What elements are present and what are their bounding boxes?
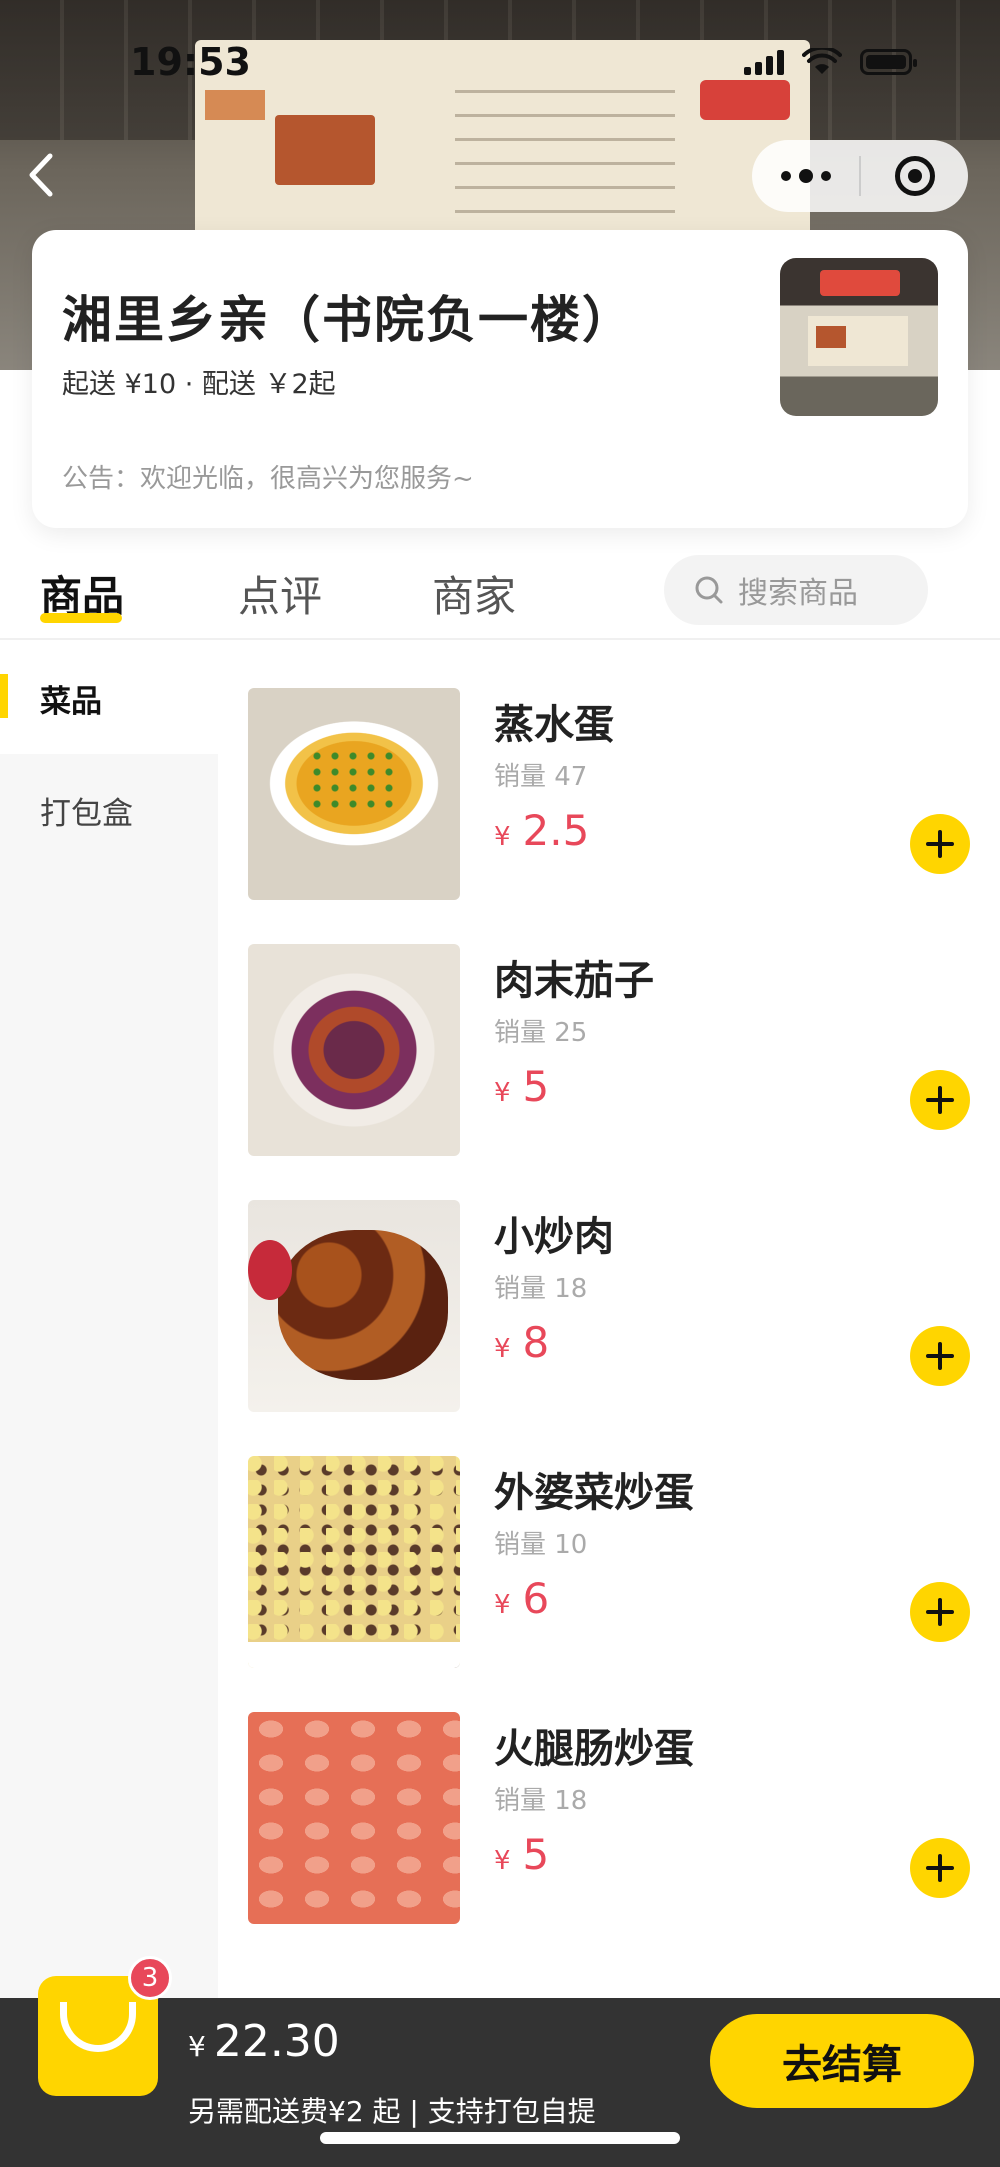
plus-icon [926,830,954,858]
more-dots-icon [780,169,831,183]
plus-icon [926,1342,954,1370]
product-item[interactable]: 小炒肉 销量 18 ¥ 8 [248,1200,978,1412]
search-input[interactable]: 搜索商品 [664,555,928,625]
cart-total: ¥ 22.30 [188,2016,340,2067]
store-thumbnail[interactable] [780,258,938,416]
product-price: ¥ 2.5 [494,806,590,855]
add-to-cart-button[interactable] [910,1838,970,1898]
product-sales: 销量 18 [494,1786,588,1816]
tab-merchant[interactable]: 商家 [432,563,516,624]
product-name: 蒸水蛋 [494,702,614,748]
store-info-card: 湘里乡亲（书院负一楼） 起送 ¥10 · 配送 ￥2起 公告：欢迎光临，很高兴为… [32,230,968,528]
store-logo [700,80,790,120]
plus-icon [926,1854,954,1882]
home-indicator [320,2132,680,2144]
search-icon [695,576,723,604]
add-to-cart-button[interactable] [910,814,970,874]
product-name: 火腿肠炒蛋 [494,1726,694,1772]
store-notice[interactable]: 公告：欢迎光临，很高兴为您服务~ [62,458,474,495]
status-time: 19:53 [130,40,251,84]
plus-icon [926,1598,954,1626]
add-to-cart-button[interactable] [910,1070,970,1130]
product-item[interactable]: 外婆菜炒蛋 销量 10 ¥ 6 [248,1456,978,1668]
product-image [248,1456,460,1668]
product-image [248,688,460,900]
category-sidebar: 菜品 打包盒 [0,642,218,1998]
battery-icon [860,49,917,75]
checkout-button[interactable]: 去结算 [710,2014,974,2108]
product-sales: 销量 25 [494,1018,588,1048]
product-name: 外婆菜炒蛋 [494,1470,694,1516]
tab-reviews[interactable]: 点评 [238,563,322,624]
product-image [248,1200,460,1412]
product-item[interactable]: 蒸水蛋 销量 47 ¥ 2.5 [248,688,978,900]
product-sales: 销量 18 [494,1274,588,1304]
add-to-cart-button[interactable] [910,1326,970,1386]
product-image [248,1712,460,1924]
product-item[interactable]: 火腿肠炒蛋 销量 18 ¥ 5 [248,1712,978,1924]
sidebar-item-packing-box[interactable]: 打包盒 [0,754,218,866]
signal-icon [744,49,784,75]
product-name: 小炒肉 [494,1214,614,1260]
mini-program-capsule [752,140,968,212]
tab-bar: 商品 点评 商家 搜索商品 [0,545,1000,640]
close-button[interactable] [861,140,968,212]
product-sales: 销量 10 [494,1530,588,1560]
store-delivery-info: 起送 ¥10 · 配送 ￥2起 [62,369,336,400]
product-price: ¥ 5 [494,1830,550,1879]
product-price: ¥ 5 [494,1062,550,1111]
tab-indicator [40,613,122,623]
product-price: ¥ 8 [494,1318,550,1367]
cart-delivery-note: 另需配送费¥2 起 | 支持打包自提 [188,2095,596,2128]
product-image [248,944,460,1156]
product-name: 肉末茄子 [494,958,654,1004]
more-button[interactable] [752,140,859,212]
search-placeholder: 搜索商品 [738,576,858,611]
plus-icon [926,1086,954,1114]
store-name: 湘里乡亲（书院负一楼） [62,291,634,349]
chevron-left-icon[interactable] [22,150,62,200]
product-sales: 销量 47 [494,762,588,792]
status-icons [744,48,917,76]
cart-count-badge: 3 [128,1956,172,2000]
product-price: ¥ 6 [494,1574,550,1623]
target-circle-icon [894,156,935,196]
product-item[interactable]: 肉末茄子 销量 25 ¥ 5 [248,944,978,1156]
add-to-cart-button[interactable] [910,1582,970,1642]
wifi-icon [802,48,842,74]
sidebar-item-dishes[interactable]: 菜品 [0,642,218,754]
